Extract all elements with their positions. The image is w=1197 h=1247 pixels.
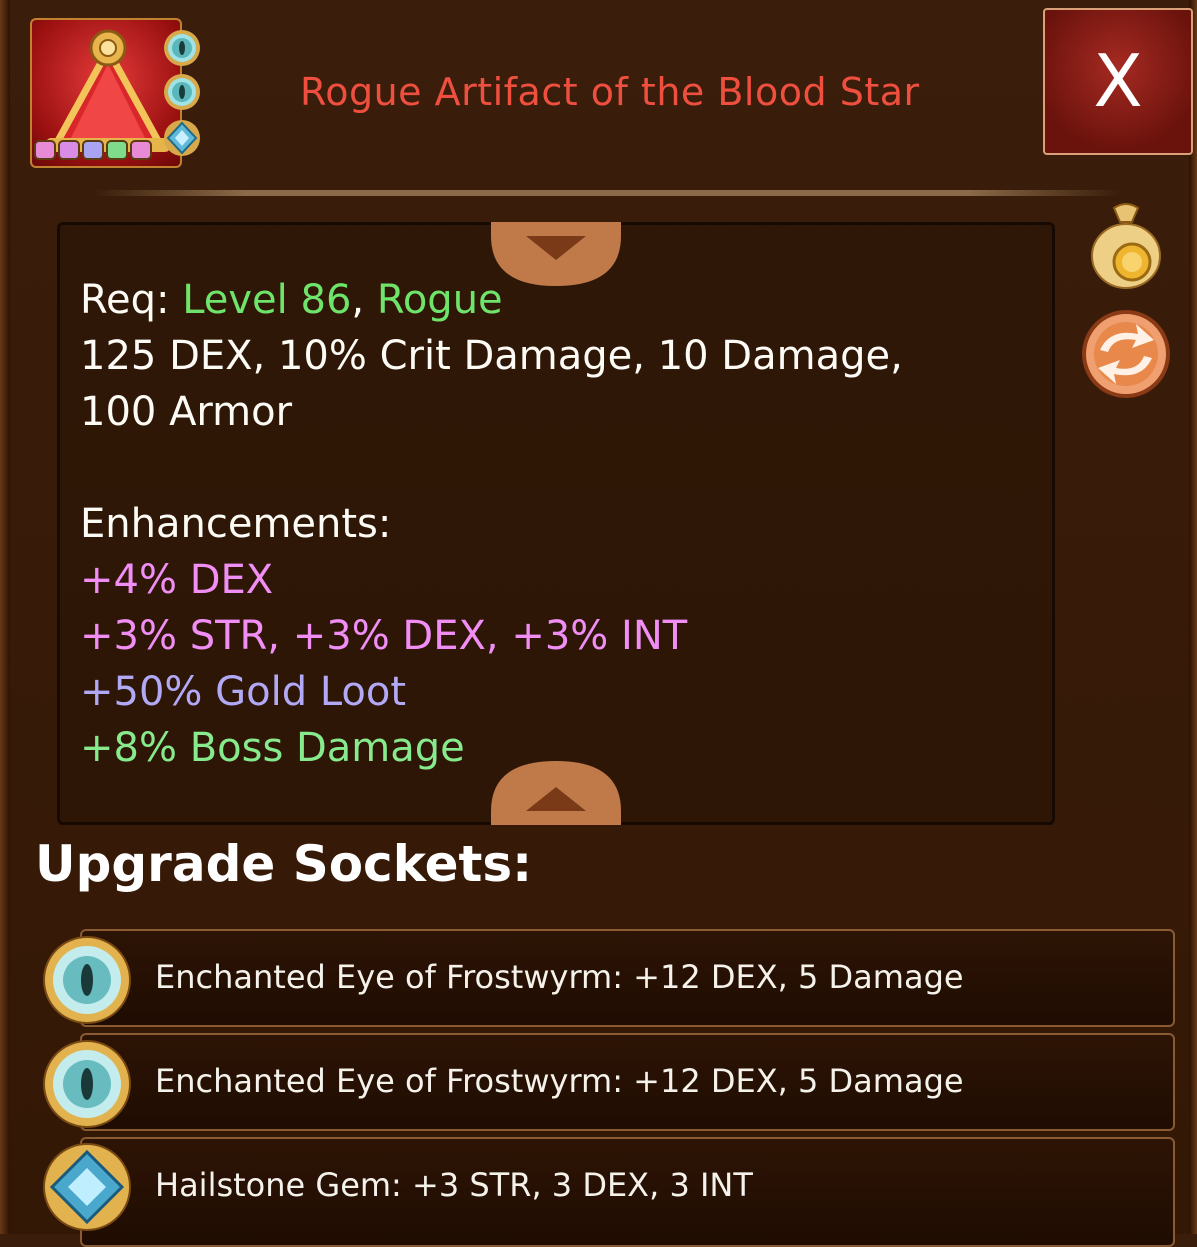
enhancement-line: +50% Gold Loot bbox=[80, 669, 407, 715]
socket-1-text: Enchanted Eye of Frostwyrm: +12 DEX, 5 D… bbox=[155, 958, 964, 996]
rarity-dot bbox=[130, 140, 152, 160]
enhancement-line: +4% DEX bbox=[80, 557, 274, 603]
upgrade-sockets-title: Upgrade Sockets: bbox=[35, 835, 533, 893]
base-stats-line-2: 100 Armor bbox=[80, 389, 293, 435]
req-class: Rogue bbox=[376, 277, 503, 323]
frostwyrm-eye-icon bbox=[164, 74, 200, 110]
frame-right bbox=[1189, 0, 1197, 1234]
stats-text: Req: Level 86, Rogue 125 DEX, 10% Crit D… bbox=[80, 272, 1020, 776]
enhancement-line: +8% Boss Damage bbox=[80, 725, 465, 771]
req-level: Level 86 bbox=[182, 277, 352, 323]
item-title: Rogue Artifact of the Blood Star bbox=[300, 70, 920, 114]
enhancement-line: +3% STR, +3% DEX, +3% INT bbox=[80, 613, 688, 659]
base-stats-line-1: 125 DEX, 10% Crit Damage, 10 Damage, bbox=[80, 333, 903, 379]
gold-bag-icon[interactable] bbox=[1086, 200, 1166, 292]
requirement-line: Req: Level 86, Rogue bbox=[80, 272, 1020, 328]
divider bbox=[92, 190, 1122, 196]
swap-arrows-icon[interactable] bbox=[1080, 308, 1172, 400]
req-sep: , bbox=[351, 277, 377, 323]
socket-2-text: Enchanted Eye of Frostwyrm: +12 DEX, 5 D… bbox=[155, 1062, 964, 1100]
rarity-dot bbox=[82, 140, 104, 160]
req-label: Req: bbox=[80, 277, 183, 323]
frostwyrm-eye-icon bbox=[43, 1040, 131, 1128]
rarity-dot bbox=[34, 140, 56, 160]
close-button[interactable]: X bbox=[1043, 8, 1193, 155]
hailstone-gem-icon bbox=[164, 120, 200, 156]
frostwyrm-eye-icon bbox=[43, 936, 131, 1024]
enhancements-label: Enhancements: bbox=[80, 501, 392, 547]
hailstone-gem-icon bbox=[43, 1143, 131, 1231]
socket-3-text: Hailstone Gem: +3 STR, 3 DEX, 3 INT bbox=[155, 1166, 753, 1204]
frame-left bbox=[0, 0, 10, 1234]
rarity-dot bbox=[58, 140, 80, 160]
rarity-dot bbox=[106, 140, 128, 160]
frostwyrm-eye-icon bbox=[164, 30, 200, 66]
